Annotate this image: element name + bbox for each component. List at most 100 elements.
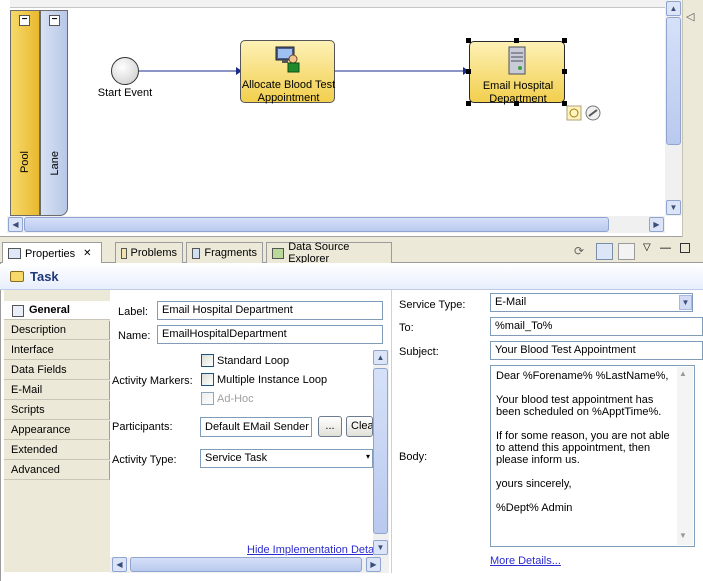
scroll-up-icon[interactable]: ▲ xyxy=(373,350,388,365)
minimize-icon[interactable]: — xyxy=(660,242,671,254)
tab-label: Fragments xyxy=(204,247,257,259)
ad-hoc-checkbox[interactable] xyxy=(201,392,214,405)
data-source-icon xyxy=(272,247,285,259)
nav-general[interactable]: General xyxy=(4,301,110,320)
scroll-up-icon[interactable]: ▲ xyxy=(666,1,681,16)
activity-type-select[interactable]: Service Task xyxy=(200,449,373,468)
scroll-down-icon[interactable]: ▼ xyxy=(373,540,388,555)
tab-label: Data Source Explorer xyxy=(288,241,350,265)
start-event[interactable] xyxy=(111,57,139,85)
scroll-left-icon[interactable]: ◀ xyxy=(112,557,127,572)
tab-label: Properties xyxy=(25,247,76,260)
body-textarea[interactable]: Dear %Forename% %LastName%, Your blood t… xyxy=(490,365,695,547)
nav-scripts[interactable]: Scripts xyxy=(4,401,110,420)
process-diagram-canvas[interactable]: − Pool − Lane Start Event Allocate Blood… xyxy=(0,0,703,237)
activity-type-value: Service Task xyxy=(205,452,268,464)
more-details-link[interactable]: More Details... xyxy=(490,555,561,567)
categories-view-icon[interactable] xyxy=(596,243,613,260)
nav-email[interactable]: E-Mail xyxy=(4,381,110,400)
service-type-dropdown-icon[interactable]: ▼ xyxy=(679,295,692,310)
nav-advanced[interactable]: Advanced xyxy=(4,461,110,480)
scroll-down-icon[interactable]: ▼ xyxy=(666,200,681,215)
selection-handle[interactable] xyxy=(466,38,471,43)
tab-label: Problems xyxy=(130,247,177,259)
selection-handle[interactable] xyxy=(562,38,567,43)
activity-markers-caption: Activity Markers: xyxy=(112,375,193,387)
standard-loop-label: Standard Loop xyxy=(217,355,290,367)
task-email-hospital[interactable]: Email Hospital Department xyxy=(469,41,565,105)
nav-appearance[interactable]: Appearance xyxy=(4,421,110,440)
view-menu-icon[interactable]: ▽ xyxy=(643,242,651,253)
start-event-label: Start Event xyxy=(97,87,153,99)
to-caption: To: xyxy=(399,322,414,334)
name-field[interactable]: EmailHospitalDepartment xyxy=(157,325,383,344)
task-header-title: Task xyxy=(30,269,59,284)
diagram-hscroll-thumb[interactable] xyxy=(24,217,609,232)
general-hscroll-thumb[interactable] xyxy=(130,557,362,572)
list-view-icon[interactable] xyxy=(618,243,635,260)
scroll-right-icon[interactable]: ▶ xyxy=(649,217,664,232)
selection-handle[interactable] xyxy=(466,101,471,106)
view-tab-bar: Properties ✕ Problems Fragments Data Sou… xyxy=(0,240,703,265)
body-text: Dear %Forename% %LastName%, Your blood t… xyxy=(496,370,670,514)
tab-data-source-explorer[interactable]: Data Source Explorer xyxy=(266,241,392,265)
nav-data-fields[interactable]: Data Fields xyxy=(4,361,110,380)
service-type-value: E-Mail xyxy=(495,296,527,308)
standard-loop-checkbox[interactable] xyxy=(201,354,214,367)
to-field[interactable]: %mail_To% xyxy=(490,317,703,336)
selection-handle[interactable] xyxy=(514,101,519,106)
body-caption: Body: xyxy=(399,451,428,463)
properties-icon xyxy=(8,248,21,259)
diagram-vscroll-thumb[interactable] xyxy=(666,17,681,145)
sync-icon[interactable]: ⟳ xyxy=(574,244,584,258)
task-allocate-blood-test[interactable]: Allocate Blood Test Appointment xyxy=(240,40,335,104)
general-horizontal-scrollbar[interactable]: ◀ ▶ xyxy=(110,557,389,573)
diagram-horizontal-scrollbar[interactable]: ◀ ▶ xyxy=(7,216,665,233)
label-field[interactable]: Email Hospital Department xyxy=(157,301,383,320)
selection-handle[interactable] xyxy=(514,38,519,43)
label-caption: Label: xyxy=(118,306,148,318)
fragments-icon xyxy=(192,247,201,259)
general-vscroll-thumb[interactable] xyxy=(373,368,388,534)
participants-caption: Participants: xyxy=(112,421,173,433)
service-type-caption: Service Type: xyxy=(399,299,466,311)
nav-description[interactable]: Description xyxy=(4,321,110,340)
subject-field[interactable]: Your Blood Test Appointment xyxy=(490,341,703,360)
multiple-instance-loop-label: Multiple Instance Loop xyxy=(217,374,328,386)
activity-type-dropdown-icon[interactable]: ▾ xyxy=(366,452,370,461)
palette-strip: ◁ xyxy=(682,0,703,237)
tab-properties[interactable]: Properties ✕ xyxy=(2,242,102,264)
close-tab-icon[interactable]: ✕ xyxy=(83,248,91,259)
scroll-up-icon[interactable]: ▲ xyxy=(679,369,687,378)
nav-extended[interactable]: Extended xyxy=(4,441,110,460)
nav-interface[interactable]: Interface xyxy=(4,341,110,360)
task-header: Task xyxy=(0,264,703,290)
name-caption: Name: xyxy=(118,330,151,342)
service-type-select[interactable]: E-Mail xyxy=(490,293,693,312)
multiple-instance-loop-checkbox[interactable] xyxy=(201,373,214,386)
nav-label: General xyxy=(29,304,70,316)
participants-browse-button[interactable]: ... xyxy=(318,416,342,437)
selection-handle[interactable] xyxy=(466,69,471,74)
body-vertical-scrollbar[interactable]: ▲ ▼ xyxy=(677,367,693,545)
user-computer-icon xyxy=(275,46,300,73)
participants-field[interactable]: Default EMail Sender xyxy=(200,417,312,437)
ad-hoc-label: Ad-Hoc xyxy=(217,393,254,405)
diagram-vertical-scrollbar[interactable]: ▲ ▼ xyxy=(665,0,682,216)
hide-implementation-link[interactable]: Hide Implementation Deta xyxy=(247,544,373,556)
task-quick-actions xyxy=(566,105,601,121)
palette-expand-icon[interactable]: ◁ xyxy=(686,10,694,23)
tab-problems[interactable]: Problems xyxy=(115,242,183,263)
tab-fragments[interactable]: Fragments xyxy=(186,242,263,263)
problems-icon xyxy=(121,247,127,259)
activity-type-caption: Activity Type: xyxy=(112,454,177,466)
scroll-right-icon[interactable]: ▶ xyxy=(366,557,381,572)
subject-caption: Subject: xyxy=(399,346,439,358)
maximize-icon[interactable] xyxy=(680,243,690,253)
scroll-left-icon[interactable]: ◀ xyxy=(8,217,23,232)
participants-clear-button[interactable]: Clea xyxy=(346,416,373,437)
general-vertical-scrollbar[interactable]: ▲ ▼ xyxy=(373,350,389,557)
server-icon xyxy=(508,46,526,75)
scroll-down-icon[interactable]: ▼ xyxy=(679,531,687,540)
selection-handle[interactable] xyxy=(562,69,567,74)
